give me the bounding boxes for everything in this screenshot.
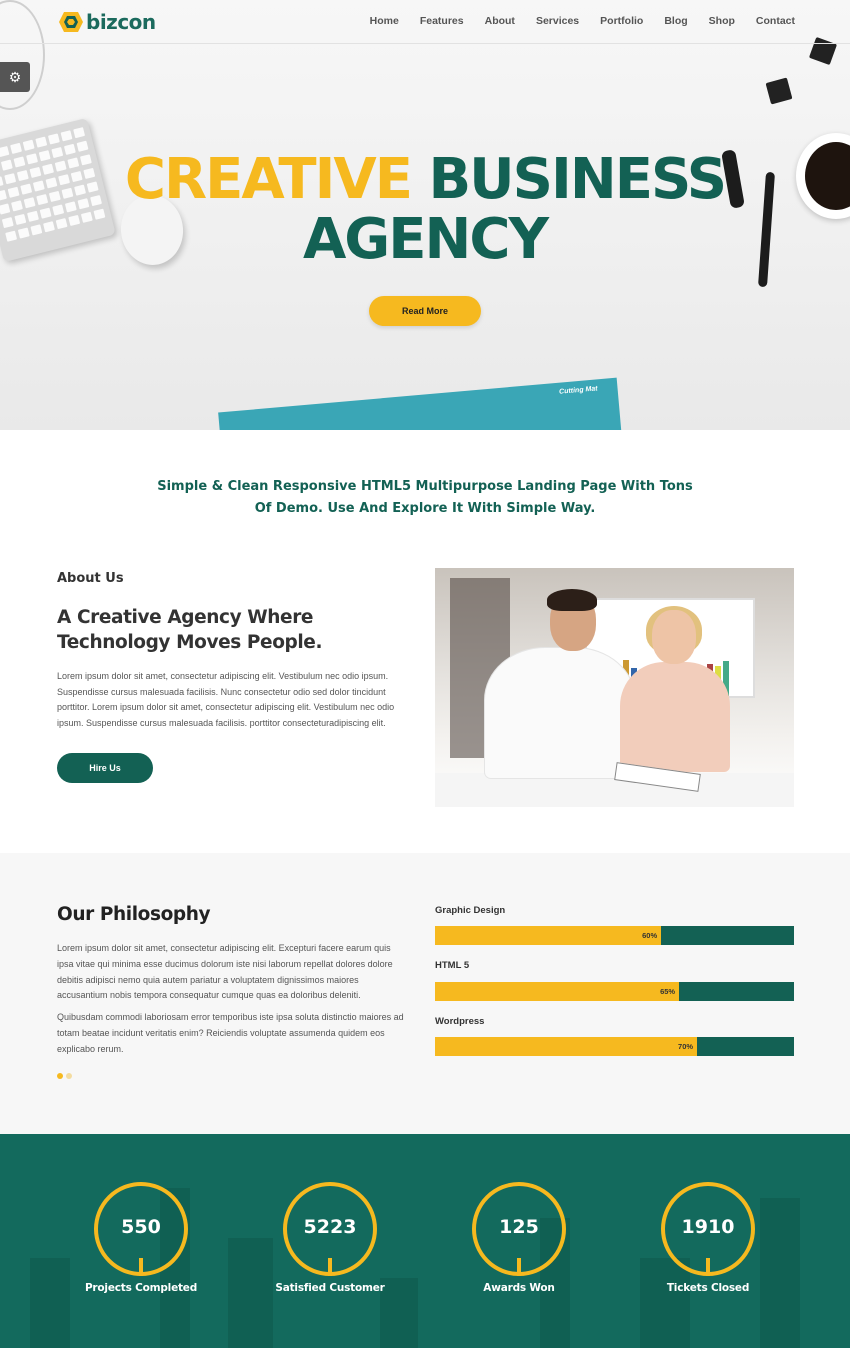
stat-value: 5223 [303, 1216, 357, 1238]
cutting-mat-decor: Cutting Mat [218, 377, 622, 430]
about-label: About Us [57, 571, 124, 586]
stat-ring-tick [517, 1258, 521, 1276]
nav-shop[interactable]: Shop [709, 15, 735, 27]
skill-label: Graphic Design [435, 905, 506, 916]
nav-blog[interactable]: Blog [664, 15, 687, 27]
top-navbar: bizcon Home Features About Services Port… [0, 0, 850, 44]
skill-bar: 60% [435, 926, 794, 945]
hire-us-button[interactable]: Hire Us [57, 753, 153, 783]
photo-man [485, 589, 635, 793]
nav-about[interactable]: About [485, 15, 515, 27]
stat-counter: 1910 Tickets Closed [638, 1182, 778, 1302]
intro-line-1: Simple & Clean Responsive HTML5 Multipur… [157, 479, 693, 494]
philosophy-title: Our Philosophy [57, 904, 211, 925]
nav-home[interactable]: Home [370, 15, 399, 27]
stat-label: Projects Completed [84, 1282, 198, 1294]
stat-value: 550 [121, 1216, 161, 1238]
about-title: A Creative Agency Where Technology Moves… [57, 607, 323, 653]
main-menu: Home Features About Services Portfolio B… [349, 15, 795, 27]
binder-clip-decor [765, 77, 793, 105]
stat-label: Satisfied Customer [275, 1282, 385, 1294]
skyline-decor [30, 1258, 70, 1348]
logo[interactable]: bizcon [58, 9, 156, 35]
about-text: Lorem ipsum dolor sit amet, consectetur … [57, 671, 395, 728]
hero-title-line2: AGENCY [302, 207, 549, 272]
philosophy-paragraph-2: Quibusdam commodi laboriosam error tempo… [57, 1012, 404, 1054]
intro-tagline: Simple & Clean Responsive HTML5 Multipur… [0, 476, 850, 520]
skill-bar: 65% [435, 982, 794, 1001]
skill-bar-fill: 65% [435, 982, 680, 1001]
carousel-dots [57, 1073, 72, 1079]
hero-section: Cutting Mat bizcon Home Features About S… [0, 0, 850, 430]
stat-ring-tick [139, 1258, 143, 1276]
stat-counter: 5223 Satisfied Customer [260, 1182, 400, 1302]
stat-label: Awards Won [483, 1282, 555, 1294]
nav-services[interactable]: Services [536, 15, 579, 27]
stat-counter: 125 Awards Won [449, 1182, 589, 1302]
stat-ring-tick [328, 1258, 332, 1276]
settings-gear-icon[interactable]: ⚙ [0, 62, 30, 92]
about-photo [435, 568, 794, 807]
philosophy-paragraph-1: Lorem ipsum dolor sit amet, consectetur … [57, 943, 393, 1001]
hero-title-highlight: CREATIVE [124, 147, 413, 212]
cutting-mat-label: Cutting Mat [558, 385, 598, 396]
stats-section: 550 Projects Completed 5223 Satisfied Cu… [0, 1134, 850, 1348]
skill-bar-fill: 60% [435, 926, 662, 945]
skill-value: 65% [660, 987, 676, 996]
skill-bar-fill: 70% [435, 1037, 698, 1056]
stat-counter: 550 Projects Completed [71, 1182, 211, 1302]
skill-label: HTML 5 [435, 960, 470, 971]
nav-portfolio[interactable]: Portfolio [600, 15, 643, 27]
carousel-dot-active[interactable] [57, 1073, 63, 1079]
nav-contact[interactable]: Contact [756, 15, 795, 27]
stat-ring-tick [706, 1258, 710, 1276]
skill-value: 70% [678, 1042, 694, 1051]
nav-features[interactable]: Features [420, 15, 464, 27]
read-more-button[interactable]: Read More [369, 296, 481, 326]
skill-bar: 70% [435, 1037, 794, 1056]
skill-value: 60% [642, 931, 658, 940]
hero-title-rest: BUSINESS [428, 147, 728, 212]
logo-text: bizcon [86, 10, 156, 34]
skill-label: Wordpress [435, 1016, 485, 1027]
stat-label: Tickets Closed [666, 1282, 750, 1294]
intro-line-2: Of Demo. Use And Explore It With Simple … [254, 501, 596, 516]
carousel-dot[interactable] [66, 1073, 72, 1079]
photo-woman [620, 606, 740, 780]
stat-value: 1910 [681, 1216, 735, 1238]
stat-value: 125 [499, 1216, 539, 1238]
logo-hexagon-icon [59, 12, 83, 32]
hero-title: CREATIVE BUSINESS AGENCY [0, 150, 850, 270]
